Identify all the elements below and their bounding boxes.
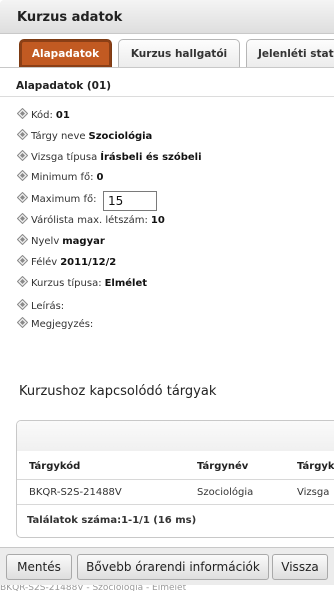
diamond-bullet-icon [17,299,28,310]
field-minimum-fo: Minimum fő: 0 [17,170,104,186]
tab-jelenleti-stat[interactable]: Jelenléti stat [246,39,334,67]
related-subjects-table: Tárgykód Tárgynév Tárgyk BKQR-S2S-21488V… [16,420,334,538]
field-value: Szociológia [88,131,153,142]
column-header-targynev[interactable]: Tárgynév [197,461,248,472]
button-bar: Mentés Bővebb órarendi információk Vissz… [0,547,334,585]
tab-underline [0,67,334,68]
field-value: magyar [62,236,105,247]
field-label: Maximum fő: [31,194,97,205]
cell-targynev: Szociológia [197,487,254,498]
results-count: Találatok száma:1-1/1 (16 ms) [27,515,197,526]
more-timetable-info-button[interactable]: Bővebb órarendi információk [77,554,269,580]
field-label: Megjegyzés: [31,319,94,330]
diamond-bullet-icon [17,317,28,328]
field-label: Leírás: [31,301,65,312]
section-divider [0,96,334,97]
field-label: Vizsga típusa [31,152,98,163]
field-maximum-fo: Maximum fő: [17,192,96,208]
course-details-dialog: Kurzus adatok Alapadatok Kurzus hallgató… [0,0,334,591]
field-value: 01 [55,110,70,121]
field-leiras: Leírás: [17,299,64,315]
column-header-targykod[interactable]: Tárgykód [29,461,80,472]
tab-alapadatok[interactable]: Alapadatok [19,39,112,67]
field-value: 10 [150,215,165,226]
field-varolista: Várólista max. létszám: 10 [17,213,165,229]
diamond-bullet-icon [17,150,28,161]
field-kod: Kód: 01 [17,108,70,124]
table-toolbar [17,421,334,451]
diamond-bullet-icon [17,213,28,224]
field-label: Kód: [31,110,53,121]
diamond-bullet-icon [17,276,28,287]
diamond-bullet-icon [17,129,28,140]
dialog-title: Kurzus adatok [17,10,123,25]
field-vizsga-tipusa: Vizsga típusa Írásbeli és szóbeli [17,150,202,166]
field-label: Nyelv [31,236,60,247]
field-label: Tárgy neve [31,131,86,142]
diamond-bullet-icon [17,192,28,203]
diamond-bullet-icon [17,234,28,245]
field-label: Minimum fő: [31,172,94,183]
related-subjects-heading: Kurzushoz kapcsolódó tárgyak [19,384,217,399]
cell-targyk: Vizsga [297,487,330,498]
tab-kurzus-hallgatoi[interactable]: Kurzus hallgatói [118,39,240,67]
diamond-bullet-icon [17,108,28,119]
field-value: Írásbeli és szóbeli [100,152,202,163]
diamond-bullet-icon [17,170,28,181]
field-megjegyzes: Megjegyzés: [17,317,93,333]
field-label: Félév [31,257,58,268]
column-header-targyk[interactable]: Tárgyk [297,461,334,472]
section-title: Alapadatok (01) [16,80,112,92]
background-status-text: BKQR-S2S-21488V - Szociológia - Elmélet [0,585,187,591]
field-value: 0 [96,172,104,183]
tab-strip: Alapadatok Kurzus hallgatói Jelenléti st… [0,36,334,68]
maximum-fo-input[interactable] [103,191,157,211]
field-label: Kurzus típusa: [31,278,102,289]
save-button[interactable]: Mentés [6,554,72,580]
field-value: 2011/12/2 [60,257,117,268]
field-kurzus-tipusa: Kurzus típusa: Elmélet [17,276,147,292]
field-felev: Félév 2011/12/2 [17,255,116,271]
dialog-titlebar[interactable]: Kurzus adatok [0,0,334,34]
field-value: Elmélet [104,278,148,289]
field-label: Várólista max. létszám: [31,215,148,226]
field-targy-neve: Tárgy neve Szociológia [17,129,152,145]
diamond-bullet-icon [17,255,28,266]
field-nyelv: Nyelv magyar [17,234,105,250]
back-button[interactable]: Vissza [272,554,328,580]
cell-targykod: BKQR-S2S-21488V [29,487,122,498]
